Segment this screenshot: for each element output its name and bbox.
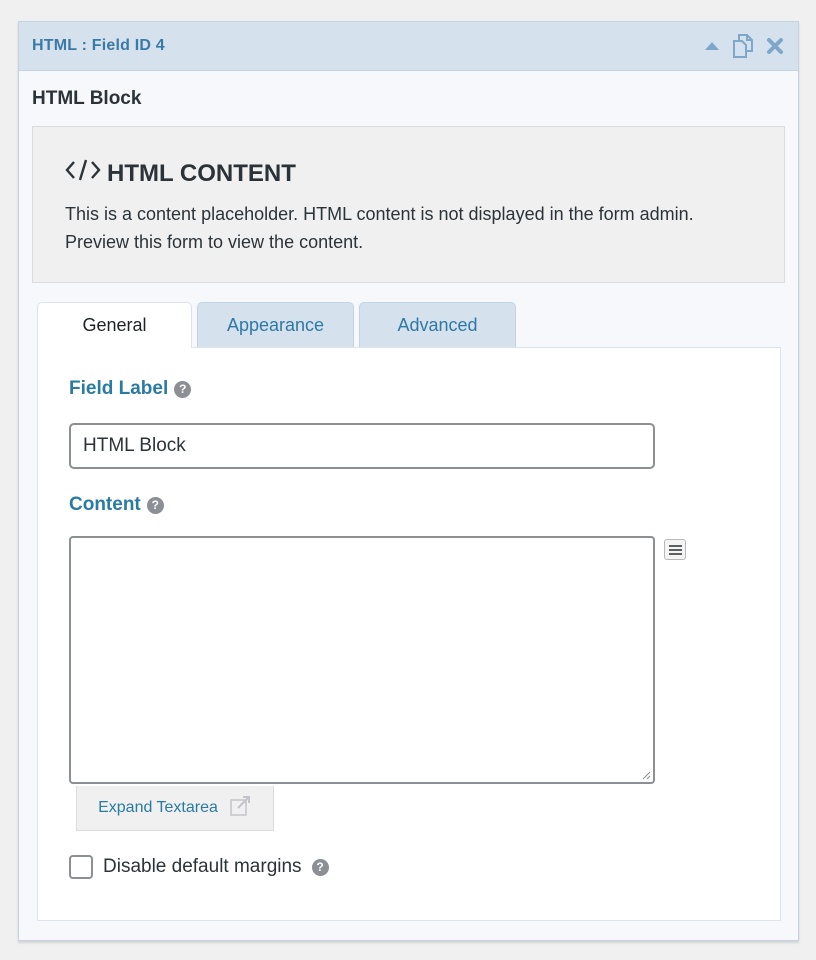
settings-tabs: General Appearance Advanced — [37, 302, 516, 348]
help-icon[interactable]: ? — [311, 858, 329, 876]
content-textarea[interactable] — [69, 536, 655, 784]
panel-title: HTML : Field ID 4 — [32, 37, 165, 54]
tab-general[interactable]: General — [37, 302, 192, 348]
field-label-row: Field Label ? — [69, 378, 192, 400]
placeholder-heading: HTML CONTENT — [65, 157, 752, 190]
content-label: Content — [69, 494, 141, 515]
placeholder-description: This is a content placeholder. HTML cont… — [65, 204, 694, 252]
duplicate-icon[interactable] — [730, 33, 756, 59]
disable-margins-label[interactable]: Disable default margins — [103, 856, 302, 878]
help-icon[interactable]: ? — [146, 496, 164, 514]
field-type-title: HTML Block — [32, 88, 142, 109]
html-content-placeholder: HTML CONTENT This is a content placehold… — [32, 126, 785, 283]
disable-margins-checkbox[interactable] — [69, 855, 93, 879]
disable-margins-row: Disable default margins ? — [69, 855, 329, 879]
general-tab-panel: Field Label ? HTML Block Content ? Expan… — [37, 347, 781, 921]
collapse-arrow-icon[interactable] — [704, 41, 720, 51]
help-icon[interactable]: ? — [174, 380, 192, 398]
placeholder-heading-text: HTML CONTENT — [107, 159, 296, 187]
delete-icon[interactable] — [766, 37, 784, 55]
field-label-input[interactable]: HTML Block — [69, 423, 655, 469]
field-label-heading: Field Label — [69, 378, 169, 399]
code-icon — [65, 157, 101, 190]
merge-tags-icon[interactable] — [664, 539, 686, 560]
expand-textarea-button[interactable]: Expand Textarea — [76, 786, 274, 831]
tab-appearance[interactable]: Appearance — [197, 302, 354, 347]
header-actions — [704, 33, 784, 59]
expand-textarea-label: Expand Textarea — [98, 799, 218, 816]
field-settings-panel: HTML : Field ID 4 HTML Block HTML CONTEN… — [18, 21, 799, 941]
tab-advanced[interactable]: Advanced — [359, 302, 516, 347]
resize-grip-icon[interactable] — [641, 770, 651, 780]
content-label-row: Content ? — [69, 494, 164, 516]
external-edit-icon — [230, 795, 252, 821]
panel-header: HTML : Field ID 4 — [19, 22, 798, 71]
